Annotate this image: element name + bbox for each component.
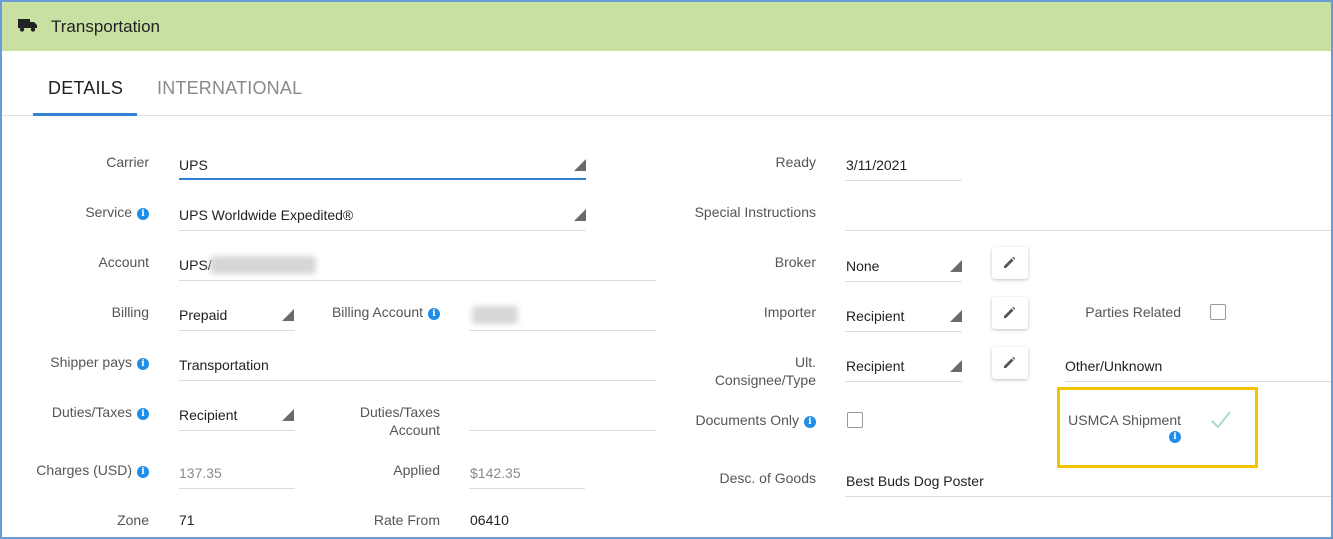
ult-consignee-label-line1: Ult. (795, 354, 816, 370)
special-instructions-field[interactable] (845, 230, 1331, 231)
tab-international[interactable]: INTERNATIONAL (157, 78, 302, 99)
rate-from-value: 06410 (470, 512, 509, 528)
desc-of-goods-underline (845, 496, 1331, 497)
desc-of-goods-value: Best Buds Dog Poster (846, 473, 984, 489)
charges-underline (179, 488, 295, 489)
ult-consignee-value: Recipient (846, 358, 905, 374)
ult-consignee-dropdown-arrow-icon (950, 360, 962, 372)
service-value: UPS Worldwide Expedited® (179, 207, 354, 223)
parties-related-checkbox[interactable] (1210, 304, 1226, 320)
carrier-underline (179, 178, 586, 180)
importer-edit-button[interactable] (992, 297, 1028, 329)
broker-label: Broker (774, 254, 816, 270)
charges-info-icon[interactable]: i (137, 466, 149, 478)
shipper-pays-value: Transportation (179, 357, 269, 373)
ult-consignee-underline (845, 381, 962, 382)
shipper-pays-label: Shipper pays i (22, 353, 149, 371)
service-info-icon[interactable]: i (137, 208, 149, 220)
truck-icon (18, 19, 37, 32)
documents-only-checkbox[interactable] (847, 412, 863, 428)
pencil-icon (1004, 356, 1016, 368)
carrier-value: UPS (179, 157, 208, 173)
service-label: Service i (22, 203, 149, 221)
broker-dropdown-arrow-icon (950, 260, 962, 272)
active-tab-indicator (33, 113, 137, 116)
ult-consignee-edit-button[interactable] (992, 347, 1028, 379)
carrier-label: Carrier (106, 154, 149, 170)
broker-underline (845, 281, 962, 282)
service-underline (179, 230, 586, 231)
billing-dropdown-arrow-icon (282, 309, 294, 321)
billing-account-redacted (472, 306, 518, 324)
billing-account-info-icon[interactable]: i (428, 308, 440, 320)
documents-only-label: Documents Only i (662, 411, 816, 429)
shipper-pays-underline (179, 380, 656, 381)
billing-label: Billing (111, 304, 149, 320)
billing-underline (179, 330, 295, 331)
consignee-type-underline (1065, 381, 1331, 382)
applied-value: $142.35 (470, 465, 521, 481)
usmca-shipment-label: USMCA Shipment (1068, 412, 1181, 428)
account-value: UPS/ (179, 257, 212, 273)
desc-of-goods-label: Desc. of Goods (719, 470, 817, 486)
charges-value: 137.35 (179, 465, 222, 481)
special-instructions-label: Special Instructions (694, 204, 816, 220)
broker-edit-button[interactable] (992, 247, 1028, 279)
transportation-panel: Transportation DETAILS INTERNATIONAL Car… (0, 0, 1333, 539)
billing-value: Prepaid (179, 307, 228, 323)
zone-label: Zone (117, 512, 149, 528)
billing-account-underline (469, 330, 656, 331)
charges-label: Charges (USD) i (22, 461, 149, 479)
ready-underline (845, 180, 962, 181)
documents-only-info-icon[interactable]: i (804, 416, 816, 428)
importer-underline (845, 331, 962, 332)
usmca-info-icon[interactable]: i (1169, 431, 1181, 443)
shipper-pays-info-icon[interactable]: i (137, 358, 149, 370)
ult-consignee-label-line2: Consignee/Type (714, 372, 816, 388)
service-dropdown-arrow-icon (574, 209, 586, 221)
account-label: Account (98, 254, 149, 270)
duties-taxes-value: Recipient (179, 407, 238, 423)
applied-underline (469, 488, 585, 489)
pencil-icon (1004, 256, 1016, 268)
duties-taxes-account-label-line1: Duties/Taxes (359, 404, 440, 420)
billing-account-label: Billing Account i (302, 303, 440, 321)
pencil-icon (1004, 306, 1016, 318)
ready-value: 3/11/2021 (846, 157, 908, 173)
tab-details[interactable]: DETAILS (48, 78, 123, 99)
duties-taxes-account-label-line2: Account (389, 422, 440, 438)
rate-from-label: Rate From (373, 512, 440, 528)
duties-taxes-underline (179, 430, 295, 431)
account-redacted (210, 256, 316, 274)
duties-taxes-info-icon[interactable]: i (137, 408, 149, 420)
duties-taxes-account-field[interactable] (469, 430, 656, 431)
panel-title: Transportation (51, 17, 160, 36)
account-underline (179, 280, 656, 281)
carrier-dropdown-arrow-icon (574, 159, 586, 171)
duties-taxes-dropdown-arrow-icon (282, 409, 294, 421)
importer-value: Recipient (846, 308, 905, 324)
applied-label: Applied (393, 462, 440, 478)
ready-label: Ready (775, 154, 816, 170)
importer-label: Importer (763, 304, 816, 320)
tab-bar: DETAILS INTERNATIONAL (2, 51, 1331, 116)
panel-header: Transportation (2, 2, 1331, 51)
usmca-checkmark-icon[interactable] (1210, 410, 1232, 430)
broker-value: None (846, 258, 880, 274)
importer-dropdown-arrow-icon (950, 310, 962, 322)
consignee-type-value: Other/Unknown (1065, 358, 1163, 374)
zone-value: 71 (179, 512, 195, 528)
parties-related-label: Parties Related (1085, 304, 1181, 320)
duties-taxes-label: Duties/Taxes i (22, 403, 149, 421)
